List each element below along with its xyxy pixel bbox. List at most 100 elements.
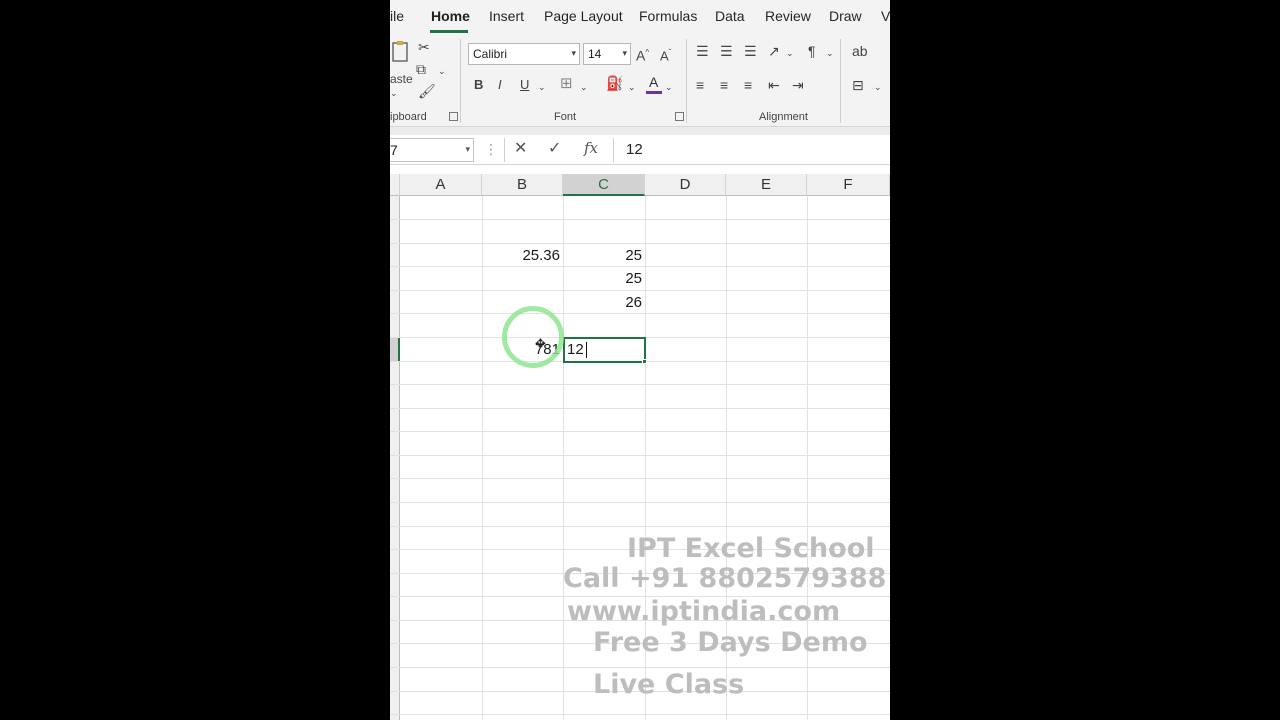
font-color-swatch	[646, 91, 662, 94]
alignment-group-label: Alignment	[759, 111, 808, 123]
text-direction-icon[interactable]: ¶	[808, 43, 816, 59]
divider	[613, 138, 614, 162]
cell-cursor-icon: ✥	[535, 336, 546, 351]
increase-font-size-icon[interactable]: A^	[636, 45, 649, 64]
increase-indent-icon[interactable]: ⇥	[792, 77, 804, 93]
gridline	[390, 408, 890, 409]
cell-b-value[interactable]: 25.36	[482, 244, 560, 267]
tab-insert[interactable]: Insert	[489, 8, 524, 24]
copy-icon[interactable]: ⧉	[416, 61, 426, 77]
merge-dropdown-icon[interactable]: ⌄	[874, 79, 882, 95]
gridline	[390, 384, 890, 385]
text-direction-dropdown-icon[interactable]: ⌄	[826, 45, 834, 61]
column-header-b[interactable]: B	[482, 174, 563, 196]
fill-dropdown-icon[interactable]: ⌄	[628, 79, 636, 95]
watermark-line: Live Class	[593, 669, 745, 700]
gridline	[390, 219, 890, 220]
divider	[460, 39, 461, 123]
tab-file[interactable]: ile	[390, 8, 404, 24]
active-cell-value: 12	[567, 341, 584, 358]
paste-dropdown-icon[interactable]: ⌄	[390, 85, 398, 101]
insert-function-icon[interactable]: fx	[584, 140, 598, 156]
merge-center-icon[interactable]: ⊟	[852, 77, 864, 93]
underline-button[interactable]: U	[520, 77, 529, 93]
copy-dropdown-icon[interactable]: ⌄	[438, 63, 446, 79]
tab-draw[interactable]: Draw	[829, 8, 862, 24]
underline-dropdown-icon[interactable]: ⌄	[538, 79, 546, 95]
fill-handle[interactable]	[642, 359, 647, 364]
fill-color-icon[interactable]: ⛽	[606, 75, 623, 91]
ribbon-gap	[390, 127, 890, 135]
gridline	[390, 526, 890, 527]
column-header-f[interactable]: F	[807, 174, 890, 196]
chevron-down-icon: ▾	[622, 48, 627, 58]
watermark-line: www.iptindia.com	[567, 596, 841, 627]
paste-button[interactable]	[390, 39, 412, 65]
gridline	[390, 478, 890, 479]
tab-data[interactable]: Data	[715, 8, 745, 24]
gridline	[390, 431, 890, 432]
divider	[686, 39, 687, 123]
column-header-e[interactable]: E	[726, 174, 807, 196]
column-header-a[interactable]: A	[400, 174, 482, 196]
column-header-c[interactable]: C	[563, 174, 645, 196]
font-name-select[interactable]: Calibri ▾	[468, 43, 580, 65]
text-caret	[586, 342, 587, 358]
more-icon: ⋮	[484, 141, 498, 157]
align-left-icon[interactable]: ≡	[696, 77, 704, 93]
clipboard-group-label: ipboard	[390, 111, 427, 123]
orientation-icon[interactable]: ↗	[768, 43, 780, 59]
font-launcher-icon[interactable]	[675, 112, 684, 121]
font-name-value: Calibri	[473, 47, 508, 61]
decrease-font-size-icon[interactable]: Aˇ	[660, 45, 671, 64]
tab-page-layout[interactable]: Page Layout	[544, 8, 623, 24]
clipboard-launcher-icon[interactable]	[449, 112, 458, 121]
watermark-line: Call +91 8802579388	[563, 563, 887, 594]
row-header-selected[interactable]	[390, 337, 400, 361]
italic-button[interactable]: I	[498, 77, 502, 93]
cell-c-value[interactable]: 26	[563, 291, 642, 314]
tab-formulas[interactable]: Formulas	[639, 8, 697, 24]
gridline	[390, 667, 890, 668]
chevron-down-icon: ▾	[465, 144, 470, 154]
borders-dropdown-icon[interactable]: ⌄	[580, 79, 588, 95]
top-align-icon[interactable]: ☰	[696, 43, 709, 59]
cell-c-value[interactable]: 25	[563, 244, 642, 267]
cell-c-value[interactable]: 25	[563, 267, 642, 290]
font-color-button[interactable]: A	[646, 74, 662, 94]
ribbon-tab-bar: ile Home Insert Page Layout Formulas Dat…	[390, 0, 890, 33]
font-group-label: Font	[554, 111, 577, 123]
divider	[840, 39, 841, 123]
align-right-icon[interactable]: ≡	[744, 77, 752, 93]
tab-review[interactable]: Review	[765, 8, 811, 24]
select-all-corner[interactable]	[390, 174, 400, 196]
decrease-indent-icon[interactable]: ⇤	[768, 77, 780, 93]
column-headers: A B C D E F	[390, 174, 890, 196]
font-color-dropdown-icon[interactable]: ⌄	[665, 79, 673, 95]
font-size-value: 14	[588, 47, 602, 61]
active-cell-editor[interactable]: 12	[563, 337, 646, 363]
tab-view[interactable]: V	[881, 8, 890, 24]
confirm-entry-icon[interactable]: ✓	[548, 141, 561, 157]
watermark-line: IPT Excel School	[627, 533, 875, 564]
borders-icon[interactable]: ⊞	[560, 76, 573, 92]
tab-home[interactable]: Home	[431, 8, 470, 24]
font-size-select[interactable]: 14 ▾	[583, 43, 631, 65]
wrap-text-icon[interactable]: ab	[852, 43, 868, 59]
format-painter-icon[interactable]: 🖌	[418, 83, 436, 99]
orientation-dropdown-icon[interactable]: ⌄	[786, 45, 794, 61]
middle-align-icon[interactable]: ☰	[720, 43, 733, 59]
bottom-align-icon[interactable]: ☰	[744, 43, 757, 59]
name-box[interactable]: 7 ▾	[390, 138, 474, 162]
divider	[504, 138, 505, 162]
cut-icon[interactable]: ✂	[418, 39, 430, 55]
column-header-d[interactable]: D	[645, 174, 726, 196]
formula-input[interactable]: 12	[626, 141, 643, 158]
excel-window: ile Home Insert Page Layout Formulas Dat…	[390, 0, 890, 720]
bold-button[interactable]: B	[474, 77, 483, 93]
align-center-icon[interactable]: ≡	[720, 77, 728, 93]
paste-icon	[392, 41, 408, 62]
cancel-entry-icon[interactable]: ✕	[514, 141, 527, 157]
row-header-strip[interactable]	[390, 196, 400, 720]
watermark-line: Free 3 Days Demo	[593, 627, 868, 658]
